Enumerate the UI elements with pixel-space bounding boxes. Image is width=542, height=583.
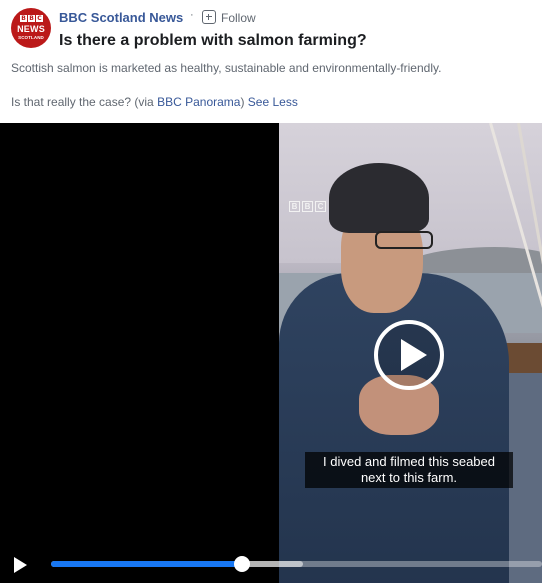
watermark-block: B bbox=[302, 201, 313, 212]
post-header: B B C NEWS SCOTLAND BBC Scotland News · … bbox=[0, 0, 542, 122]
avatar-news-text: NEWS bbox=[17, 24, 45, 34]
post-headline[interactable]: Is there a problem with salmon farming? bbox=[59, 32, 367, 50]
page-avatar[interactable]: B B C NEWS SCOTLAND bbox=[11, 8, 51, 48]
logo-block: C bbox=[36, 15, 43, 22]
page-name-link[interactable]: BBC Scotland News bbox=[59, 10, 183, 25]
description-suffix: ) bbox=[240, 95, 245, 109]
video-player[interactable]: B B C I dived and filmed this seabed nex… bbox=[0, 123, 542, 583]
caption-line: next to this farm. bbox=[360, 470, 458, 485]
avatar-region-text: SCOTLAND bbox=[18, 35, 44, 40]
progress-handle[interactable] bbox=[234, 556, 251, 572]
watermark-block: B bbox=[289, 201, 300, 212]
video-controls bbox=[0, 546, 542, 583]
bbc-watermark-icon: B B C bbox=[289, 201, 326, 212]
frame-hat bbox=[329, 163, 429, 233]
post-description: Scottish salmon is marketed as healthy, … bbox=[11, 61, 442, 75]
video-caption: I dived and filmed this seabed next to t… bbox=[305, 452, 513, 488]
logo-block: B bbox=[28, 15, 35, 22]
separator-dot: · bbox=[190, 9, 194, 21]
play-button[interactable] bbox=[14, 557, 27, 573]
follow-button[interactable]: Follow bbox=[221, 11, 256, 25]
progress-bar[interactable] bbox=[51, 556, 542, 572]
play-icon[interactable] bbox=[374, 320, 444, 390]
played-bar bbox=[51, 561, 243, 567]
logo-block: B bbox=[20, 15, 27, 22]
bbc-logo-icon: B B C bbox=[20, 15, 43, 22]
frame-glasses bbox=[375, 231, 433, 249]
post-description-line2: Is that really the case? (via BBC Panora… bbox=[11, 95, 298, 109]
panorama-link[interactable]: BBC Panorama bbox=[157, 95, 240, 109]
follow-plus-icon[interactable] bbox=[202, 10, 216, 24]
watermark-block: C bbox=[315, 201, 326, 212]
see-less-link[interactable]: See Less bbox=[248, 95, 298, 109]
description-prefix: Is that really the case? (via bbox=[11, 95, 158, 109]
caption-line: I dived and filmed this seabed bbox=[323, 454, 495, 469]
